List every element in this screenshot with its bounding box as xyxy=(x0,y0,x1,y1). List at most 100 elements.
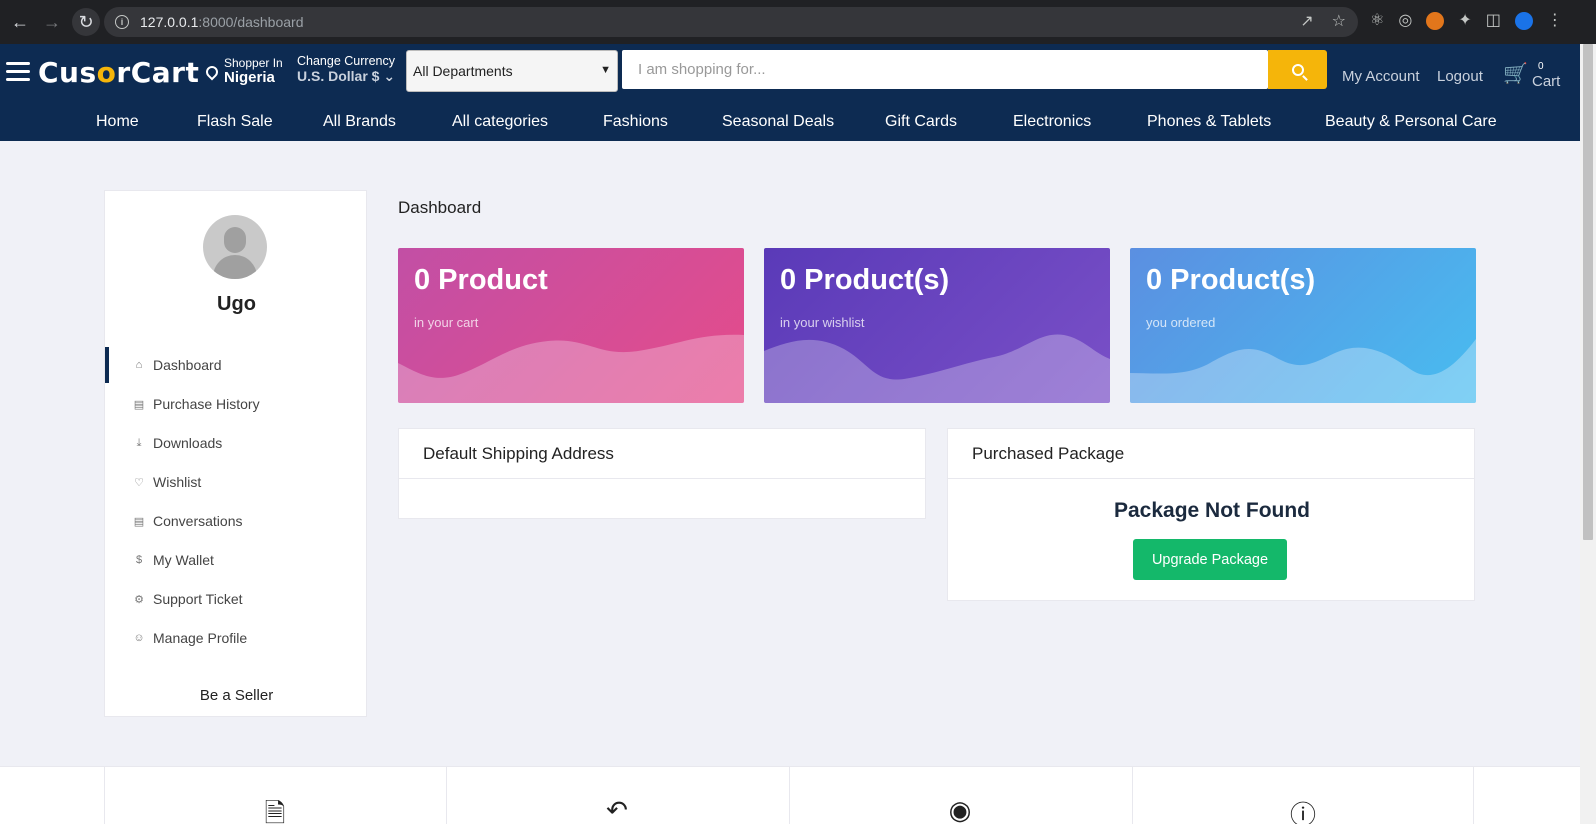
chat-icon: ▤ xyxy=(133,515,145,528)
browser-menu-icon[interactable]: ⋮ xyxy=(1547,12,1563,30)
sidebar-item-label: Conversations xyxy=(153,513,243,529)
user-icon: ☺ xyxy=(133,632,145,644)
side-panel-icon[interactable]: ◫ xyxy=(1486,12,1501,30)
menu-phones-tablets[interactable]: Phones & Tablets xyxy=(1147,113,1271,131)
footer-cell[interactable]: ↶ xyxy=(446,767,788,824)
menu-home[interactable]: Home xyxy=(96,113,139,131)
cart-count: 0 xyxy=(1538,61,1544,72)
menu-flash-sale[interactable]: Flash Sale xyxy=(197,113,273,131)
stat-caption: in your cart xyxy=(414,315,479,330)
stat-value: 0 Product(s) xyxy=(1146,264,1316,296)
home-icon: ⌂ xyxy=(135,359,143,371)
react-extension-icon[interactable]: ⚛ xyxy=(1370,12,1384,30)
browser-toolbar: ← → ↻ i 127.0.0.1:8000/dashboard ↗ ☆ ⚛ ◎… xyxy=(0,0,1596,44)
sidebar-item-wishlist[interactable]: ♡ Wishlist xyxy=(105,464,368,500)
footer-cell[interactable]: 🗎 xyxy=(104,767,446,824)
document-icon: ▤ xyxy=(133,398,145,411)
default-shipping-address-card: Default Shipping Address xyxy=(398,428,926,519)
download-icon: ⤓ xyxy=(136,436,142,449)
username: Ugo xyxy=(217,293,256,315)
sidebar-item-my-wallet[interactable]: $ My Wallet xyxy=(105,542,368,578)
orders-stat-card: 0 Product(s) you ordered xyxy=(1130,248,1476,403)
sidebar-item-label: Purchase History xyxy=(153,396,260,412)
footer-links-strip: 🗎 ↶ ◉ ⓘ xyxy=(0,766,1580,824)
sidebar-item-manage-profile[interactable]: ☺ Manage Profile xyxy=(105,620,368,656)
cart-label[interactable]: Cart xyxy=(1532,73,1560,90)
scrollbar-thumb[interactable] xyxy=(1583,44,1593,540)
stat-value: 0 Product xyxy=(414,264,548,296)
menu-gift-cards[interactable]: Gift Cards xyxy=(885,113,957,131)
wave-decoration xyxy=(764,334,1110,403)
heart-icon: ♡ xyxy=(134,476,144,489)
back-icon[interactable]: ← xyxy=(8,10,32,34)
footer-cell[interactable]: ⓘ xyxy=(1132,767,1474,824)
sidebar-item-label: Support Ticket xyxy=(153,591,243,607)
cart-icon[interactable]: 🛒 xyxy=(1503,64,1528,84)
menu-electronics[interactable]: Electronics xyxy=(1013,113,1091,131)
profile-avatar-icon[interactable] xyxy=(1514,12,1533,30)
sidebar-item-conversations[interactable]: ▤ Conversations xyxy=(105,503,368,539)
bookmark-star-icon[interactable]: ☆ xyxy=(1332,13,1346,31)
menu-all-categories[interactable]: All categories xyxy=(452,113,548,131)
location-pin-icon xyxy=(203,63,221,81)
metamask-extension-icon[interactable] xyxy=(1426,12,1445,30)
footer-cell[interactable]: ◉ xyxy=(789,767,1131,824)
package-not-found-text: Package Not Found xyxy=(1113,499,1311,522)
site-info-icon[interactable]: i xyxy=(115,15,129,29)
menu-seasonal-deals[interactable]: Seasonal Deals xyxy=(722,113,834,131)
upgrade-package-button[interactable]: Upgrade Package xyxy=(1133,539,1287,580)
currency-label: Change Currency xyxy=(297,54,395,68)
sidebar-item-label: Downloads xyxy=(153,435,223,451)
currency-value: U.S. Dollar $ xyxy=(297,68,380,84)
wishlist-stat-card: 0 Product(s) in your wishlist xyxy=(764,248,1110,403)
dollar-icon: $ xyxy=(135,554,143,566)
site-logo[interactable]: CusorCart xyxy=(38,56,199,89)
chevron-down-icon: ⌄ xyxy=(383,68,396,84)
page-title: Dashboard xyxy=(398,198,482,217)
sidebar-item-support-ticket[interactable]: ⚙ Support Ticket xyxy=(105,581,368,617)
logout-link[interactable]: Logout xyxy=(1437,68,1483,85)
my-account-link[interactable]: My Account xyxy=(1342,68,1420,85)
wave-decoration xyxy=(1130,339,1476,403)
address-bar[interactable]: i 127.0.0.1:8000/dashboard ↗ ☆ xyxy=(104,7,1358,37)
sidebar-item-label: Dashboard xyxy=(153,357,222,373)
currency-switcher[interactable]: Change Currency U.S. Dollar $ ⌄ xyxy=(297,54,395,85)
url-text: 127.0.0.1:8000/dashboard xyxy=(140,14,304,30)
page-scrollbar[interactable] xyxy=(1580,44,1596,824)
search-button[interactable] xyxy=(1268,50,1327,89)
sidebar-item-dashboard[interactable]: ⌂ Dashboard xyxy=(105,347,368,383)
department-value: All Departments xyxy=(413,63,513,79)
extension-circle-icon[interactable]: ◎ xyxy=(1398,12,1412,30)
be-a-seller-link[interactable]: Be a Seller xyxy=(105,687,368,704)
shopper-label: Shopper In xyxy=(224,56,283,70)
card-title: Default Shipping Address xyxy=(399,429,925,479)
hamburger-menu-icon[interactable] xyxy=(6,62,30,82)
search-icon xyxy=(1291,63,1304,76)
avatar xyxy=(203,215,267,279)
extensions-puzzle-icon[interactable]: ✦ xyxy=(1458,12,1471,30)
stat-caption: in your wishlist xyxy=(780,315,865,330)
document-icon: 🗎 xyxy=(264,798,286,824)
sidebar-item-downloads[interactable]: ⤓ Downloads xyxy=(105,425,368,461)
sidebar-item-label: Manage Profile xyxy=(153,630,248,646)
sidebar-item-label: My Wallet xyxy=(153,552,214,568)
shopper-location[interactable]: Shopper In Nigeria xyxy=(203,56,283,86)
card-title: Purchased Package xyxy=(948,429,1474,479)
department-select[interactable]: All Departments ▼ xyxy=(406,50,618,92)
wave-decoration xyxy=(398,334,744,403)
site-header: CusorCart Shopper In Nigeria Change Curr… xyxy=(0,44,1580,141)
alert-icon: ⓘ xyxy=(1289,800,1316,824)
chevron-down-icon: ▼ xyxy=(600,64,611,76)
reload-icon[interactable]: ↻ xyxy=(72,8,100,36)
menu-beauty-personal-care[interactable]: Beauty & Personal Care xyxy=(1325,113,1497,131)
stat-value: 0 Product(s) xyxy=(780,264,950,296)
cart-stat-card: 0 Product in your cart xyxy=(398,248,744,403)
return-icon: ↶ xyxy=(606,795,628,824)
sidebar-item-purchase-history[interactable]: ▤ Purchase History xyxy=(105,386,368,422)
menu-fashions[interactable]: Fashions xyxy=(603,113,668,131)
stat-caption: you ordered xyxy=(1146,315,1216,330)
search-input[interactable]: I am shopping for... xyxy=(622,50,1268,89)
forward-icon[interactable]: → xyxy=(40,10,64,34)
share-icon[interactable]: ↗ xyxy=(1300,13,1313,31)
menu-all-brands[interactable]: All Brands xyxy=(323,113,396,131)
